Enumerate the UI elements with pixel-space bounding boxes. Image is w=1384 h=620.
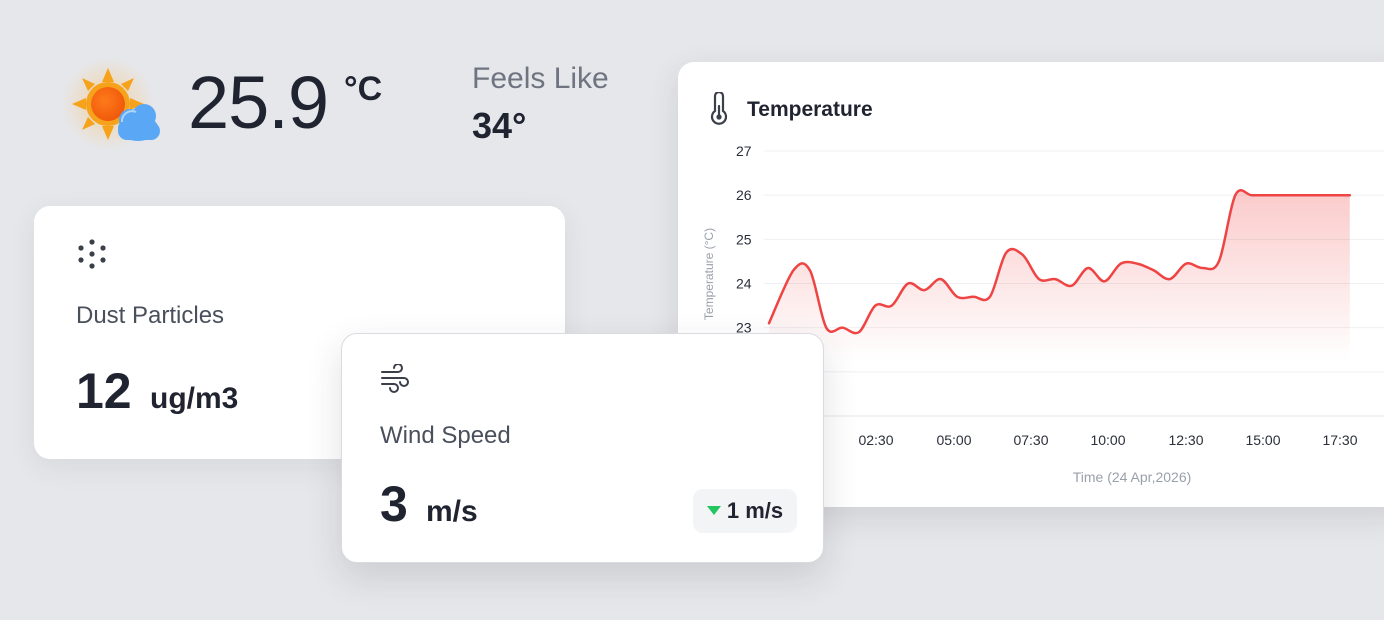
y-tick-label: 24 bbox=[736, 276, 752, 292]
wind-speed-label: Wind Speed bbox=[380, 422, 511, 449]
x-tick-label: 15:00 bbox=[1245, 432, 1280, 448]
feels-like-label: Feels Like bbox=[472, 62, 609, 95]
wind-speed-unit: m/s bbox=[426, 495, 478, 528]
wind-icon bbox=[380, 363, 410, 394]
dust-particles-value: 12 bbox=[76, 363, 132, 419]
x-tick-label: 02:30 bbox=[858, 432, 893, 448]
y-tick-label: 25 bbox=[736, 231, 752, 247]
y-tick-label: 26 bbox=[736, 187, 752, 203]
wind-change-value: 1 m/s bbox=[726, 498, 784, 523]
current-temperature: 25.9 bbox=[188, 61, 329, 144]
x-axis-title: Time (24 Apr,2026) bbox=[1073, 469, 1192, 485]
dust-particles-unit: ug/m3 bbox=[150, 382, 239, 415]
x-tick-label: 17:30 bbox=[1322, 432, 1357, 448]
partly-sunny-icon bbox=[62, 58, 168, 156]
temperature-area bbox=[769, 190, 1350, 361]
wind-change-badge: 1 m/s bbox=[693, 489, 797, 533]
wind-speed-value: 3 bbox=[380, 476, 408, 532]
temperature-unit: °C bbox=[344, 70, 383, 108]
wind-speed-card: Wind Speed 3 m/s 1 m/s bbox=[341, 333, 824, 563]
y-axis-title: Temperature (°C) bbox=[702, 228, 716, 320]
feels-like-value: 34° bbox=[472, 105, 527, 146]
x-tick-label: 10:00 bbox=[1090, 432, 1125, 448]
dots-icon bbox=[76, 238, 108, 272]
dust-particles-label: Dust Particles bbox=[76, 302, 225, 329]
x-tick-label: 05:00 bbox=[936, 432, 971, 448]
x-tick-label: 12:30 bbox=[1168, 432, 1203, 448]
y-tick-label: 27 bbox=[736, 143, 752, 159]
down-triangle-icon bbox=[706, 506, 721, 515]
x-tick-label: 07:30 bbox=[1013, 432, 1048, 448]
